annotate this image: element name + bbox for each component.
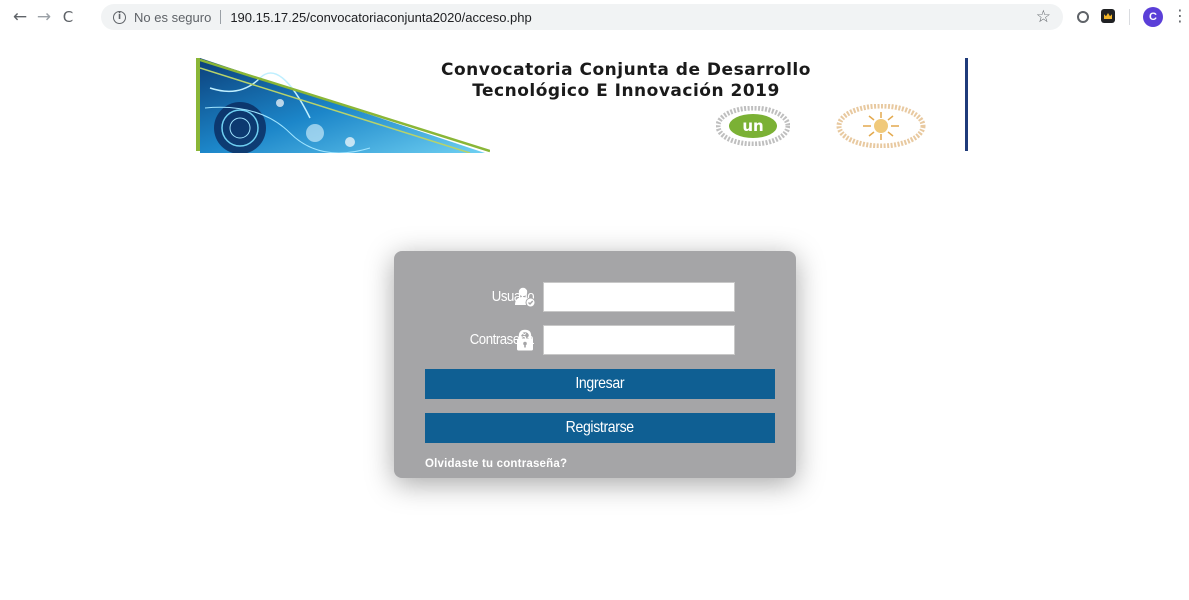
register-button[interactable]: Registrarse xyxy=(425,413,775,443)
login-button[interactable]: Ingresar xyxy=(425,369,775,399)
forgot-password-link[interactable]: Olvidaste tu contraseña? xyxy=(425,458,567,470)
reload-icon[interactable]: C xyxy=(57,6,79,28)
banner-title-line1: Convocatoria Conjunta de Desarrollo xyxy=(441,60,811,80)
password-row: Contraseña xyxy=(394,325,796,355)
banner-right-accent xyxy=(965,58,968,151)
lock-icon xyxy=(517,329,533,351)
header-banner: Convocatoria Conjunta de Desarrollo Tecn… xyxy=(196,58,972,153)
back-arrow-icon[interactable]: ← xyxy=(9,6,31,28)
info-icon[interactable]: i xyxy=(113,10,126,24)
universidad-caldas-logo xyxy=(836,104,926,148)
password-input[interactable] xyxy=(543,325,735,355)
login-card: Usuario Contraseña Ingresar Registrarse … xyxy=(394,251,796,478)
forward-arrow-icon[interactable]: → xyxy=(33,6,55,28)
universidad-nacional-logo: un xyxy=(716,106,790,146)
browser-menu-icon[interactable]: ⋮ xyxy=(1172,6,1188,25)
svg-text:un: un xyxy=(742,117,763,135)
address-separator xyxy=(220,10,222,24)
login-button-label: Ingresar xyxy=(575,375,625,392)
register-button-label: Registrarse xyxy=(565,419,635,436)
toolbar-divider xyxy=(1129,9,1130,25)
username-row: Usuario xyxy=(394,282,796,312)
bookmark-star-icon[interactable]: ☆ xyxy=(1036,7,1051,27)
extension-crown-icon[interactable] xyxy=(1101,9,1115,23)
extension-circle-icon[interactable] xyxy=(1077,11,1089,23)
username-input[interactable] xyxy=(543,282,735,312)
browser-toolbar: ← → C i No es seguro 190.15.17.25/convoc… xyxy=(0,0,1189,34)
banner-title-line2: Tecnológico E Innovación 2019 xyxy=(472,81,780,101)
url-text[interactable]: 190.15.17.25/convocatoriaconjunta2020/ac… xyxy=(230,10,531,25)
security-status: No es seguro xyxy=(134,9,212,25)
profile-avatar[interactable]: C xyxy=(1143,7,1163,27)
banner-title: Convocatoria Conjunta de Desarrollo Tecn… xyxy=(346,60,906,102)
address-bar[interactable]: i No es seguro 190.15.17.25/convocatoria… xyxy=(101,4,1063,30)
user-check-icon xyxy=(515,287,536,308)
